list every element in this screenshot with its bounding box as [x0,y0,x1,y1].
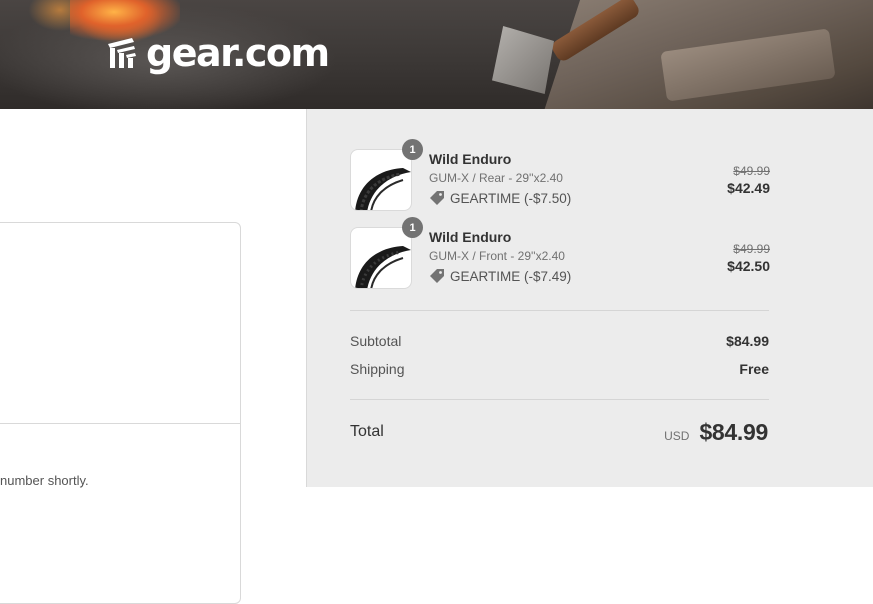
tire-icon [355,168,411,210]
product-name: Wild Enduro [429,151,512,167]
discount-code: GEARTIME (-$7.49) [450,268,572,284]
checkout-main-column: number shortly. [0,109,306,604]
brand-logo-link[interactable]: gear.com [104,31,330,75]
banner-axe-head-image [492,26,554,94]
order-summary-panel: 1 Wild Enduro GUM-X / Rear - 29''x2.40 G… [306,109,873,487]
original-price: $49.99 [733,242,770,256]
product-thumbnail [350,227,412,289]
product-thumbnail [350,149,412,211]
total-amount-group: USD $84.99 [664,419,768,446]
tag-icon [430,269,444,283]
currency-code: USD [664,429,690,443]
tag-icon [430,191,444,205]
discount-code: GEARTIME (-$7.50) [450,190,572,206]
cart-line-item: 1 Wild Enduro GUM-X / Rear - 29''x2.40 G… [350,139,770,213]
tire-icon [355,246,411,288]
brand-logo-text: gear.com [146,31,330,75]
discount-line: GEARTIME (-$7.50) [429,190,571,206]
original-price: $49.99 [733,164,770,178]
product-variant: GUM-X / Front - 29''x2.40 [429,249,565,263]
product-name: Wild Enduro [429,229,512,245]
subtotal-value: $84.99 [726,333,769,349]
summary-divider [350,399,769,400]
total-label: Total [350,423,384,440]
confirmation-note-text: number shortly. [0,473,89,488]
gear-logo-icon [108,38,136,68]
total-value: $84.99 [699,419,768,445]
quantity-badge: 1 [402,139,423,160]
discounted-price: $42.50 [727,258,770,274]
summary-divider [350,310,769,311]
header-banner: gear.com [0,0,873,109]
checkout-form-box [0,222,241,604]
subtotal-label: Subtotal [350,333,402,349]
cart-line-item: 1 Wild Enduro GUM-X / Front - 29''x2.40 … [350,217,770,291]
quantity-badge: 1 [402,217,423,238]
shipping-label: Shipping [350,361,405,377]
discount-line: GEARTIME (-$7.49) [429,268,571,284]
discounted-price: $42.49 [727,180,770,196]
shipping-value: Free [739,361,769,377]
product-variant: GUM-X / Rear - 29''x2.40 [429,171,563,185]
form-box-divider [0,423,240,424]
